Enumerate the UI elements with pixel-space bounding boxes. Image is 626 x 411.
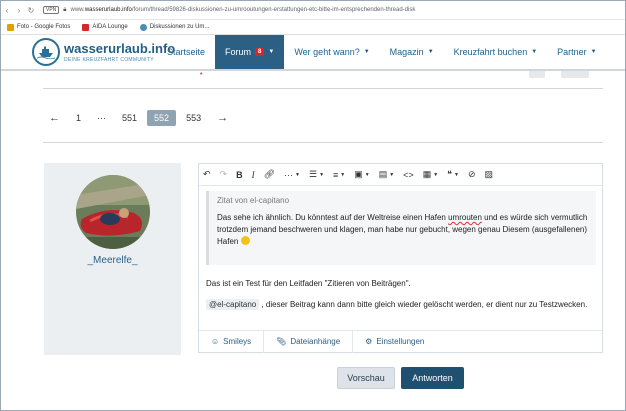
bookmark-label: Diskussionen zu Um... xyxy=(149,24,210,30)
main-nav: Startseite Forum 8 ▼ Wer geht wann? ▼ Magaz… xyxy=(157,35,607,71)
bookmark-label: Foto - Google Fotos xyxy=(17,24,71,30)
spoiler-icon[interactable]: ⊘ xyxy=(468,164,476,186)
italic-icon[interactable]: I xyxy=(252,164,255,186)
post-actions-row: • xyxy=(43,71,603,89)
google-photos-icon xyxy=(7,23,14,31)
divider xyxy=(43,142,603,143)
lock-icon[interactable]: 🔒︎ xyxy=(63,7,66,14)
editor-paragraph[interactable]: @el-capitano , dieser Beitrag kann dann … xyxy=(206,298,596,311)
nav-startseite[interactable]: Startseite xyxy=(157,35,215,69)
more-formatting-icon[interactable]: ··· ▼ xyxy=(284,164,300,186)
quote-text-part: Das sehe ich ähnlich. Du könntest auf de… xyxy=(217,213,449,222)
page-551[interactable]: 551 xyxy=(116,110,143,126)
ship-logo-icon xyxy=(32,38,60,66)
pagination: ← 1 ··· 551 552 553 → xyxy=(43,109,238,127)
gear-icon: ⚙ xyxy=(365,337,373,346)
bookmarks-bar: Foto - Google Fotos AIDA Lounge Diskussi… xyxy=(1,20,625,35)
reply-button[interactable]: Antworten xyxy=(401,367,464,389)
quote-block[interactable]: Zitat von el-capitano Das sehe ich ähnli… xyxy=(206,191,596,265)
url-prefix: www. xyxy=(70,7,85,13)
redo-icon[interactable]: ↷ xyxy=(220,164,228,186)
quote-text: Das sehe ich ähnlich. Du könntest auf de… xyxy=(217,212,588,248)
bookmark-label: AIDA Lounge xyxy=(92,24,128,30)
editor-footer: ☺ Smileys 📎︎ Dateianhänge ⚙ Einstellungen xyxy=(199,330,602,353)
nav-forum[interactable]: Forum 8 ▼ xyxy=(215,35,285,69)
smiley-icon xyxy=(240,236,250,245)
prev-page-icon[interactable]: ← xyxy=(43,109,66,127)
next-page-icon[interactable]: → xyxy=(211,109,234,127)
bookmark-google-fotos[interactable]: Foto - Google Fotos xyxy=(7,23,71,31)
chevron-down-icon: ▼ xyxy=(427,49,434,55)
notification-badge: 8 xyxy=(255,48,265,56)
aida-icon xyxy=(82,23,90,31)
image-icon[interactable]: ▨ xyxy=(485,164,494,186)
undo-icon[interactable]: ↶ xyxy=(203,164,211,186)
tab-label: Einstellungen xyxy=(376,337,425,346)
chevron-down-icon: ▼ xyxy=(531,49,538,55)
address-bar: ‹ › ↻ VPN 🔒︎ www.wasserurlaub.info/forum… xyxy=(1,1,625,20)
nav-label: Partner xyxy=(557,47,587,57)
nav-magazin[interactable]: Magazin ▼ xyxy=(380,35,444,69)
align-icon[interactable]: ≡ ▼ xyxy=(333,164,345,186)
reload-icon[interactable]: ↻ xyxy=(25,6,37,15)
more-icon[interactable] xyxy=(561,71,589,78)
site-logo[interactable]: wasserurlaub.info DEINE KREUZFAHRT COMMU… xyxy=(32,38,175,66)
page-ellipsis[interactable]: ··· xyxy=(91,110,112,126)
avatar[interactable] xyxy=(76,175,150,249)
page-first[interactable]: 1 xyxy=(70,110,87,126)
spellcheck-word: umrouten xyxy=(448,213,482,222)
page-553[interactable]: 553 xyxy=(180,110,207,126)
paragraph-text: , dieser Beitrag kann dann bitte gleich … xyxy=(259,300,588,309)
site-header: wasserurlaub.info DEINE KREUZFAHRT COMMU… xyxy=(1,35,625,71)
browser-window: ‹ › ↻ VPN 🔒︎ www.wasserurlaub.info/forum… xyxy=(0,0,626,411)
quote-author: Zitat von el-capitano xyxy=(217,196,290,205)
forward-icon[interactable]: › xyxy=(13,6,25,15)
chevron-down-icon: ▼ xyxy=(268,49,275,55)
alert-icon[interactable]: • xyxy=(200,71,202,78)
url-path: /forum/thread/59826-diskussionen-zu-umro… xyxy=(131,7,416,13)
insert-image-icon[interactable]: ▣ ▼ xyxy=(354,164,369,186)
bold-icon[interactable]: B xyxy=(236,164,243,186)
nav-label: Kreuzfahrt buchen xyxy=(453,47,528,57)
link-icon[interactable]: 🔗︎ xyxy=(264,164,275,186)
list-icon[interactable]: ☰ ▼ xyxy=(309,164,324,186)
url-domain: wasserurlaub.info xyxy=(84,7,132,13)
attachments-tab[interactable]: 📎︎ Dateianhänge xyxy=(264,330,354,353)
nav-label: Wer geht wann? xyxy=(294,47,360,57)
editor-toolbar: ↶ ↷ B I 🔗︎ ··· ▼ ☰ ▼ ≡ ▼ ▣ ▼ ▤ ▼ <> ▦ ▼ ❝ ▼ ⊘ ▨ xyxy=(199,164,602,186)
page-current: 552 xyxy=(147,110,177,126)
url-field[interactable]: www.wasserurlaub.info/forum/thread/59826… xyxy=(70,7,415,13)
share-icon[interactable] xyxy=(529,71,545,78)
chevron-down-icon: ▼ xyxy=(590,49,597,55)
nav-wer-geht-wann[interactable]: Wer geht wann? ▼ xyxy=(284,35,379,69)
bookmark-aida-lounge[interactable]: AIDA Lounge xyxy=(82,23,128,31)
nav-partner[interactable]: Partner ▼ xyxy=(547,35,606,69)
nav-kreuzfahrt-buchen[interactable]: Kreuzfahrt buchen ▼ xyxy=(444,35,548,69)
bookmark-diskussionen[interactable]: Diskussionen zu Um... xyxy=(139,23,210,31)
preview-button[interactable]: Vorschau xyxy=(337,367,395,389)
reply-editor: ↶ ↷ B I 🔗︎ ··· ▼ ☰ ▼ ≡ ▼ ▣ ▼ ▤ ▼ <> ▦ ▼ ❝ ▼ ⊘ ▨… xyxy=(198,163,603,353)
code-icon[interactable]: <> xyxy=(403,164,414,186)
vpn-badge[interactable]: VPN xyxy=(43,6,60,14)
site-favicon-icon xyxy=(139,23,147,31)
user-mention[interactable]: @el-capitano xyxy=(206,299,260,310)
table-icon[interactable]: ▦ ▼ xyxy=(423,164,438,186)
username[interactable]: _Meerelfe_ xyxy=(44,255,181,266)
back-icon[interactable]: ‹ xyxy=(1,6,13,15)
nav-label: Forum xyxy=(225,47,252,57)
settings-tab[interactable]: ⚙ Einstellungen xyxy=(353,331,436,353)
smileys-tab[interactable]: ☺ Smileys xyxy=(199,330,265,353)
insert-media-icon[interactable]: ▤ ▼ xyxy=(379,164,394,186)
user-card: _Meerelfe_ xyxy=(44,163,181,355)
smiley-icon: ☺ xyxy=(211,337,220,346)
tab-label: Smileys xyxy=(223,337,252,346)
quote-icon[interactable]: ❝ ▼ xyxy=(447,164,459,186)
nav-label: Magazin xyxy=(389,47,424,57)
tab-label: Dateianhänge xyxy=(290,337,341,346)
nav-label: Startseite xyxy=(167,47,206,57)
editor-paragraph[interactable]: Das ist ein Test für den Leitfaden "Ziti… xyxy=(206,279,411,288)
chevron-down-icon: ▼ xyxy=(363,49,370,55)
paperclip-icon: 📎︎ xyxy=(276,337,287,346)
